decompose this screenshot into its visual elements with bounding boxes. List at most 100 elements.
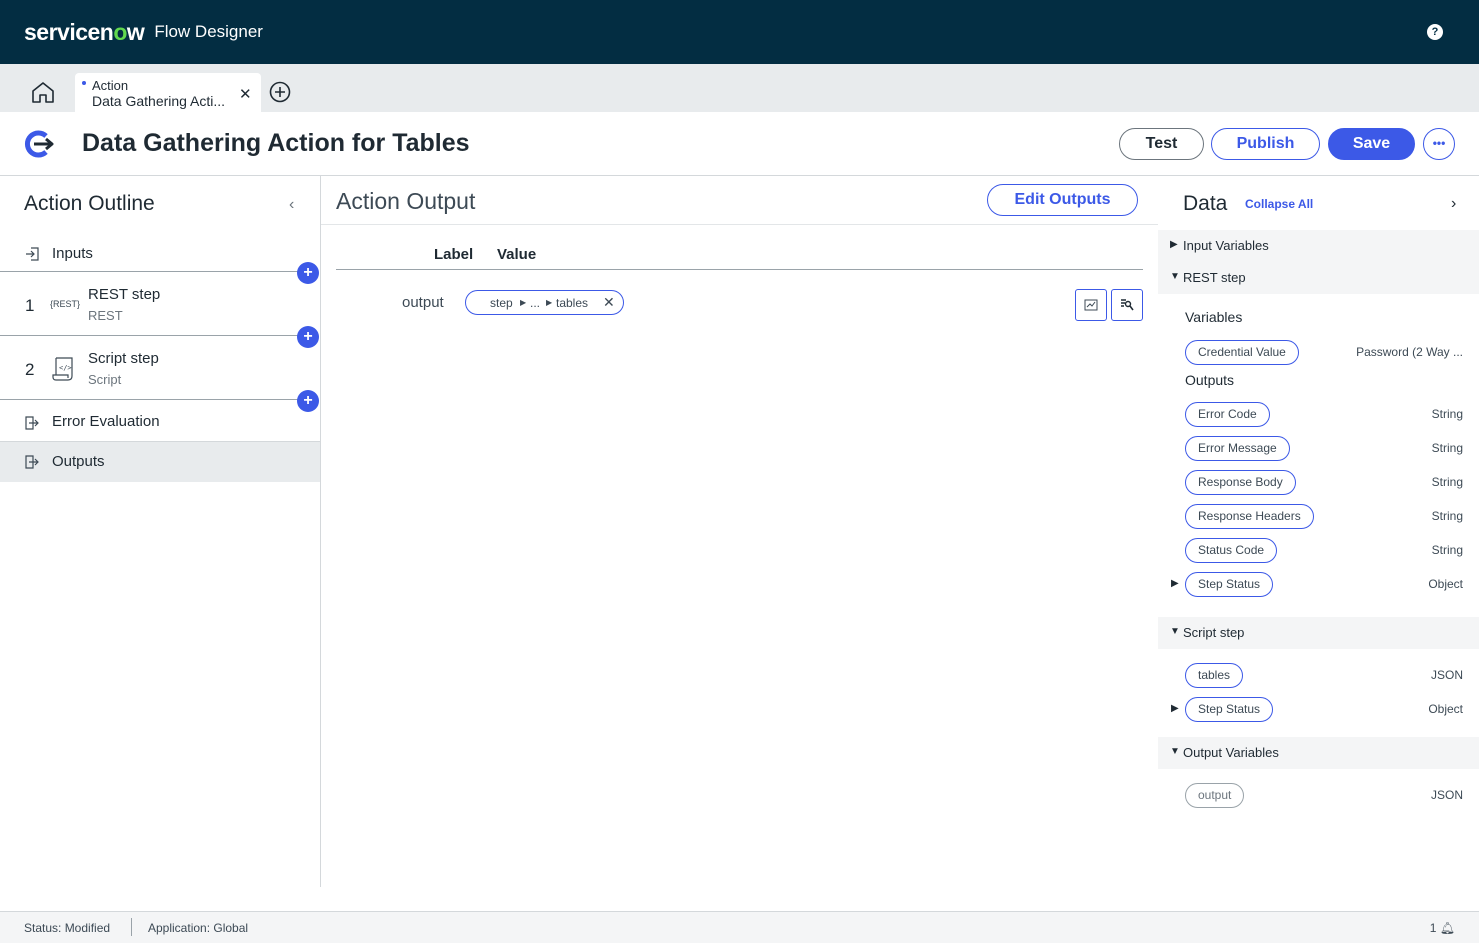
pill-picker-icon [1121,299,1134,311]
page-header: Data Gathering Action for Tables Test Pu… [0,112,1479,176]
data-type: String [1431,475,1463,489]
data-pill[interactable]: Error Code [1185,402,1270,427]
outline-step-script[interactable]: 2 </> Script step Script [0,340,320,398]
data-title: Data [1183,192,1228,215]
top-nav-bar: servicenow Flow Designer ? [0,0,1479,64]
action-icon [25,130,54,158]
bell-icon: 🔔︎ [1439,921,1455,935]
section-output-variables[interactable]: ▼ Output Variables [1158,737,1479,769]
output-icon [25,416,39,430]
remove-pill-icon[interactable]: ✕ [603,294,615,311]
rest-icon: {REST} [50,299,81,309]
script-icon: </> [52,357,73,381]
pill-part: step [490,296,513,310]
caret-down-icon: ▼ [1170,271,1180,282]
test-button[interactable]: Test [1119,128,1204,160]
save-button[interactable]: Save [1328,128,1415,160]
notification-count: 1 [1429,921,1437,935]
app-title: Flow Designer [154,22,263,41]
notification-indicator[interactable]: 1 🔔︎ [1430,921,1455,935]
chevron-right-icon[interactable]: › [1451,195,1456,213]
data-pill[interactable]: Credential Value [1185,340,1299,365]
action-outline-panel: Action Outline ‹ Inputs + 1 {REST} REST … [0,176,321,887]
help-icon[interactable]: ? [1427,24,1443,40]
unsaved-dot-icon [82,81,86,85]
collapse-all-link[interactable]: Collapse All [1245,197,1313,211]
outline-inputs-label: Inputs [52,245,93,262]
step-number: 1 [25,296,35,315]
outline-title: Action Outline [24,192,155,215]
data-pill[interactable]: step ▶ ... ▶ tables ✕ [465,290,624,315]
outputs-heading: Outputs [1185,372,1235,388]
edit-outputs-button[interactable]: Edit Outputs [987,184,1138,216]
close-icon[interactable]: ✕ [239,85,252,103]
data-type: String [1431,441,1463,455]
tab-action[interactable]: Action Data Gathering Acti... ✕ [75,73,261,112]
data-pill[interactable]: Error Message [1185,436,1290,461]
script-edit-icon [1084,299,1098,311]
expand-caret-icon[interactable]: ▶ [1171,703,1179,714]
outline-outputs[interactable]: Outputs [0,442,320,482]
data-pill[interactable]: Step Status [1185,572,1274,597]
data-pill[interactable]: Response Headers [1185,504,1314,529]
chevron-left-icon[interactable]: ‹ [289,196,294,214]
divider [336,269,1143,270]
expand-caret-icon[interactable]: ▶ [1171,578,1179,589]
outline-error-evaluation[interactable]: Error Evaluation [0,402,320,442]
data-type: JSON [1430,788,1463,802]
data-type: Object [1428,702,1463,716]
caret-right-icon: ▶ [520,298,527,307]
publish-button[interactable]: Publish [1211,128,1320,160]
column-header-value: Value [497,246,537,263]
step-number: 2 [25,360,35,379]
data-type: Object [1428,577,1463,591]
add-tab-icon[interactable] [269,81,291,103]
data-pill[interactable]: tables [1185,663,1244,688]
section-rest-step[interactable]: ▼ REST step [1158,262,1479,294]
caret-down-icon: ▼ [1170,626,1180,637]
outline-outputs-label: Outputs [52,453,105,470]
tab-name: Data Gathering Acti... [92,93,226,109]
step-type: Script [88,372,122,387]
action-output-panel: Action Output Edit Outputs Label Value o… [321,176,1158,887]
divider [0,271,310,272]
tab-type: Action [92,78,129,93]
svg-text:</>: </> [59,364,72,372]
data-panel: Data Collapse All › ▶ Input Variables ▼ … [1158,176,1479,887]
divider [0,335,310,336]
input-icon [26,247,39,261]
outline-step-rest[interactable]: 1 {REST} REST step REST [0,276,320,334]
servicenow-logo[interactable]: servicenow [24,19,145,46]
section-script-step[interactable]: ▼ Script step [1158,617,1479,649]
data-pill[interactable]: Status Code [1185,538,1278,563]
section-label: Output Variables [1183,745,1279,760]
caret-right-icon: ▶ [546,298,553,307]
data-type: JSON [1430,668,1463,682]
data-pill[interactable]: Response Body [1185,470,1296,495]
output-row-label: output [402,294,444,311]
step-label: REST step [88,286,161,303]
column-header-label: Label [434,246,474,263]
output-icon [25,455,39,469]
data-pill[interactable]: Step Status [1185,697,1274,722]
caret-right-icon: ▶ [1170,239,1178,250]
page-title: Data Gathering Action for Tables [82,129,470,157]
home-icon[interactable] [30,80,56,104]
outline-inputs[interactable]: Inputs [0,236,320,270]
divider [321,224,1158,225]
pill-part: tables [556,296,589,310]
data-type: String [1431,543,1463,557]
data-type: String [1431,509,1463,523]
script-toggle-button[interactable] [1075,289,1107,321]
data-type: String [1431,407,1463,421]
step-label: Script step [88,350,159,367]
data-pill-picker-button[interactable] [1111,289,1143,321]
step-type: REST [88,308,123,323]
pill-part: ... [530,296,541,310]
divider [0,399,310,400]
section-input-variables[interactable]: ▶ Input Variables [1158,230,1479,262]
more-options-button[interactable]: ••• [1423,128,1455,160]
status-text: Status: Modified [24,921,111,935]
section-label: Input Variables [1183,238,1269,253]
data-pill[interactable]: output [1185,783,1245,808]
